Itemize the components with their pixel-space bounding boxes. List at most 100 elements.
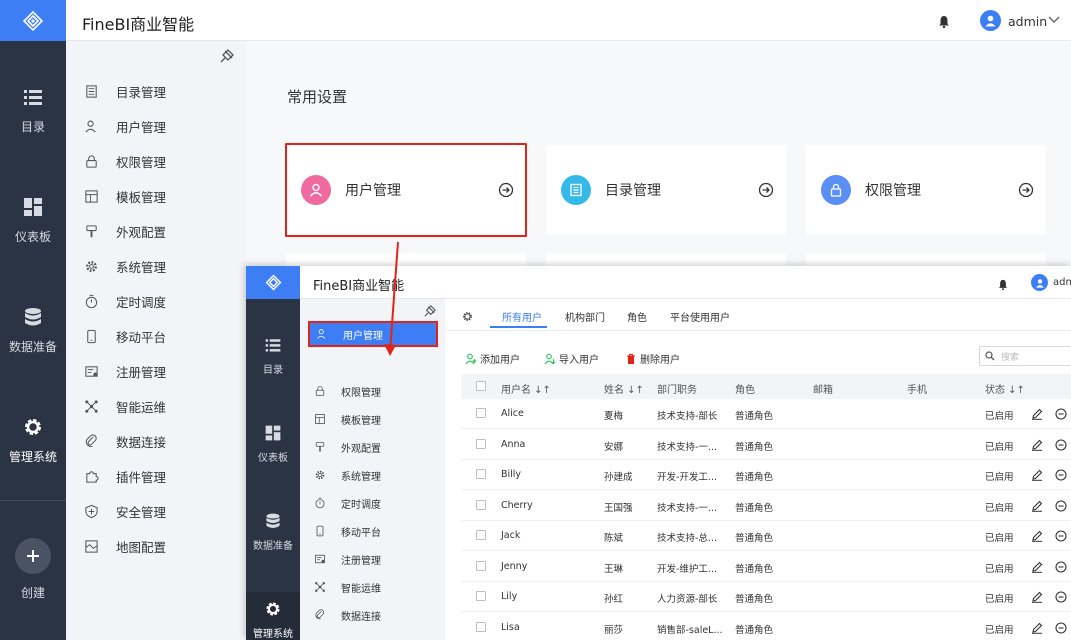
edit-icon[interactable] — [1031, 591, 1043, 603]
sidebar-item[interactable]: 数据连接 — [84, 431, 166, 451]
rail-item-admin[interactable]: 管理系统 — [0, 416, 66, 465]
rail-item-catalog[interactable]: 目录 — [246, 336, 300, 376]
sidebar-item[interactable]: 移动平台 — [84, 326, 166, 346]
sidebar-item[interactable]: 权限管理 — [84, 151, 166, 171]
table-row[interactable]: Lily 孙红 人力资源-部长 普通角色 已启用 — [461, 582, 1071, 612]
edit-icon[interactable] — [1031, 561, 1043, 573]
table-row[interactable]: Cherry 王国强 技术支持-一... 普通角色 已启用 — [461, 491, 1071, 521]
edit-icon[interactable] — [1031, 530, 1043, 542]
sidebar-item[interactable]: 系统管理 — [84, 256, 166, 276]
sidebar-item[interactable]: 数据连接 — [314, 606, 381, 624]
tab-roles[interactable]: 角色 — [627, 309, 647, 324]
col-username[interactable]: 用户名 ↓↑ — [501, 381, 551, 396]
rail-item-dashboard[interactable]: 仪表板 — [246, 424, 300, 464]
cell-username: Jack — [501, 530, 521, 541]
table-row[interactable]: Jack 陈斌 技术支持-总... 普通角色 已启用 — [461, 521, 1071, 551]
tab-departments[interactable]: 机构部门 — [565, 309, 605, 324]
sidebar-item[interactable]: 外观配置 — [314, 438, 381, 456]
row-checkbox[interactable] — [476, 408, 486, 418]
row-checkbox[interactable] — [476, 560, 486, 571]
rail-item-catalog[interactable]: 目录 — [0, 86, 66, 135]
disable-icon[interactable] — [1055, 469, 1067, 481]
sidebar-item[interactable]: 定时调度 — [314, 494, 381, 512]
tab-platform-users[interactable]: 平台使用用户 — [670, 309, 730, 324]
import-user-button[interactable]: 导入用户 — [544, 351, 599, 366]
sidebar-item[interactable]: 注册管理 — [84, 361, 166, 381]
sidebar-item[interactable]: 定时调度 — [84, 291, 166, 311]
disable-icon[interactable] — [1055, 408, 1067, 420]
sidebar-item[interactable]: 安全管理 — [84, 501, 166, 521]
tab-all-users[interactable]: 所有用户 — [502, 309, 542, 324]
table-row[interactable]: Billy 孙建成 开发-开发工... 普通角色 已启用 — [461, 460, 1071, 490]
col-status[interactable]: 状态 ↓↑ — [985, 381, 1025, 396]
sidebar-item[interactable]: 智能运维 — [84, 396, 166, 416]
cell-name: 孙红 — [604, 594, 624, 605]
row-checkbox[interactable] — [476, 438, 486, 449]
delete-user-button[interactable]: 删除用户 — [625, 351, 680, 366]
pin-icon[interactable] — [220, 49, 234, 63]
bell-icon[interactable] — [938, 15, 950, 28]
sidebar-item[interactable]: 智能运维 — [314, 578, 381, 596]
edit-icon[interactable] — [1031, 408, 1043, 420]
cell-role: 普通角色 — [735, 472, 774, 483]
sidebar-item[interactable]: 目录管理 — [84, 81, 166, 101]
cell-username: Lisa — [501, 621, 520, 633]
user-name[interactable]: adm — [1053, 277, 1071, 288]
sidebar-item[interactable]: 系统管理 — [314, 466, 381, 484]
row-checkbox[interactable] — [476, 469, 486, 479]
row-checkbox[interactable] — [476, 499, 486, 510]
card-catalog-management[interactable]: 目录管理 — [546, 145, 786, 235]
disable-icon[interactable] — [1055, 438, 1067, 451]
create-button[interactable]: 创建 — [0, 538, 66, 601]
ops-icon — [85, 399, 98, 413]
disable-icon[interactable] — [1055, 499, 1067, 512]
table-row[interactable]: Lisa 丽莎 销售部-saleL... 普通角色 已启用 — [461, 613, 1071, 640]
table-row[interactable]: Anna 安娜 技术支持-一... 普通角色 已启用 — [461, 430, 1071, 460]
row-checkbox[interactable] — [476, 621, 486, 632]
sidebar-item[interactable]: 插件管理 — [84, 466, 166, 486]
sidebar-item[interactable]: 地图配置 — [84, 536, 166, 556]
disable-icon[interactable] — [1055, 591, 1067, 603]
gear-icon[interactable] — [461, 310, 474, 323]
disable-icon[interactable] — [1055, 560, 1067, 573]
rail-item-data-prep[interactable]: 数据准备 — [0, 306, 66, 355]
add-user-button[interactable]: 添加用户 — [465, 351, 520, 366]
sidebar-item[interactable]: 外观配置 — [84, 221, 166, 241]
cell-name: 王国强 — [604, 502, 633, 514]
sidebar-item[interactable]: 模板管理 — [84, 186, 166, 206]
sidebar-item[interactable]: 权限管理 — [314, 382, 381, 400]
row-checkbox[interactable] — [476, 591, 486, 601]
rail-item-admin[interactable]: 管理系统 — [246, 592, 300, 640]
sidebar-item[interactable]: 模板管理 — [314, 410, 381, 428]
avatar[interactable] — [980, 10, 1001, 31]
rail-label: 数据准备 — [8, 340, 57, 354]
search-input[interactable]: 搜索 — [979, 346, 1071, 366]
finebi-logo[interactable] — [0, 0, 66, 41]
col-name[interactable]: 姓名 ↓↑ — [604, 381, 644, 396]
edit-icon[interactable] — [1031, 622, 1043, 634]
card-permission-management[interactable]: 权限管理 — [806, 145, 1046, 235]
table-row[interactable]: Alice 夏梅 技术支持-部长 普通角色 已启用 — [461, 399, 1071, 429]
brush-icon — [315, 442, 325, 452]
sidebar-item-selected[interactable]: 用户管理 — [308, 321, 438, 347]
row-checkbox[interactable] — [476, 530, 486, 540]
user-name[interactable]: admin — [1008, 14, 1047, 29]
sidebar-item[interactable]: 注册管理 — [314, 550, 381, 568]
pin-icon[interactable] — [424, 305, 436, 317]
rail-item-data-prep[interactable]: 数据准备 — [246, 512, 300, 552]
disable-icon[interactable] — [1055, 621, 1067, 634]
cell-status: 已启用 — [985, 533, 1014, 544]
bell-icon[interactable] — [998, 279, 1008, 290]
avatar[interactable] — [1031, 274, 1048, 291]
table-row[interactable]: Jenny 王琳 开发-维护工... 普通角色 已启用 — [461, 552, 1071, 582]
edit-icon[interactable] — [1031, 469, 1043, 481]
select-all-checkbox[interactable] — [476, 381, 486, 391]
finebi-logo[interactable] — [246, 266, 300, 299]
edit-icon[interactable] — [1031, 439, 1043, 451]
sidebar-item[interactable]: 用户管理 — [84, 116, 166, 136]
rail-item-dashboard[interactable]: 仪表板 — [0, 196, 66, 245]
sidebar-item[interactable]: 移动平台 — [314, 522, 381, 540]
chevron-down-icon[interactable] — [1048, 16, 1060, 24]
edit-icon[interactable] — [1031, 500, 1043, 512]
disable-icon[interactable] — [1055, 530, 1067, 542]
